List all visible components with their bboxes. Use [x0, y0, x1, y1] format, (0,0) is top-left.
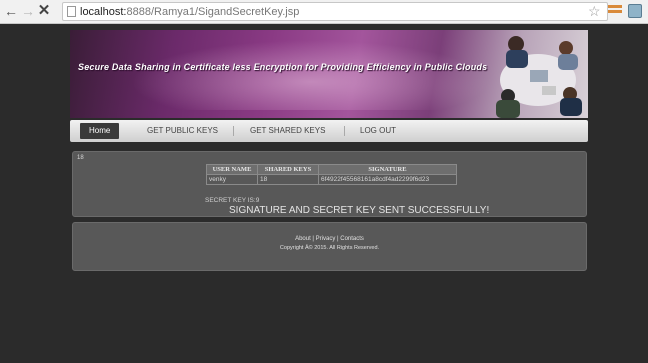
- team-meeting-image: [496, 36, 582, 118]
- table-row: venky 18 6f4922f45568161a8cdf4ad2299f6d2…: [206, 174, 457, 185]
- column-header-user-name: USER NAME: [206, 164, 258, 175]
- footer-links: About | Privacy | Contacts: [73, 236, 586, 242]
- extension-icon[interactable]: [628, 4, 642, 18]
- main-navigation: Home GET PUBLIC KEYS GET SHARED KEYS LOG…: [70, 120, 588, 142]
- stop-icon[interactable]: ✕: [36, 3, 52, 19]
- back-arrow-icon[interactable]: ←: [3, 3, 19, 19]
- banner-light-streak: [130, 40, 490, 110]
- url-text[interactable]: localhost:8888/Ramya1/SigandSecretKey.js…: [80, 5, 299, 19]
- nav-separator: [344, 126, 345, 136]
- copyright-text: Copyright Â© 2015. All Rights Reserved.: [279, 245, 380, 251]
- cell-shared-key: 18: [257, 174, 319, 185]
- footer: About | Privacy | Contacts Copyright Â© …: [72, 222, 587, 271]
- footer-link-about[interactable]: About: [295, 236, 311, 242]
- page-body: Secure Data Sharing in Certificate less …: [0, 24, 648, 363]
- site-title: Secure Data Sharing in Certificate less …: [78, 62, 488, 72]
- footer-separator: |: [337, 236, 339, 242]
- forward-arrow-icon[interactable]: →: [20, 3, 36, 19]
- nav-get-shared-keys[interactable]: GET SHARED KEYS: [250, 124, 325, 138]
- nav-separator: [233, 126, 234, 136]
- url-path: 8888/Ramya1/SigandSecretKey.jsp: [126, 6, 300, 18]
- header-banner: Secure Data Sharing in Certificate less …: [70, 30, 588, 118]
- extension-icon[interactable]: [608, 5, 622, 18]
- column-header-signature: SIGNATURE: [318, 164, 457, 175]
- cell-user-name: venky: [206, 174, 258, 185]
- bookmark-star-icon[interactable]: ☆: [588, 3, 601, 19]
- nav-home[interactable]: Home: [80, 123, 120, 139]
- browser-toolbar: ← → ✕ localhost:8888/Ramya1/SigandSecret…: [0, 0, 648, 24]
- secret-key-text: SECRET KEY IS:9: [205, 197, 260, 204]
- result-panel: 18 USER NAME SHARED KEYS SIGNATURE venky…: [72, 151, 587, 217]
- shared-keys-table: USER NAME SHARED KEYS SIGNATURE venky 18…: [206, 164, 457, 185]
- nav-log-out[interactable]: LOG OUT: [360, 124, 396, 138]
- page-icon: [67, 6, 76, 17]
- cell-signature: 6f4922f45568161a8cdf4ad2299f6d23: [318, 174, 457, 185]
- footer-link-privacy[interactable]: Privacy: [316, 236, 336, 242]
- success-message: SIGNATURE AND SECRET KEY SENT SUCCESSFUL…: [229, 205, 490, 216]
- footer-link-contacts[interactable]: Contacts: [340, 236, 364, 242]
- address-bar[interactable]: localhost:8888/Ramya1/SigandSecretKey.js…: [62, 2, 608, 21]
- url-host: localhost:: [80, 6, 127, 18]
- footer-separator: |: [312, 236, 314, 242]
- column-header-shared-keys: SHARED KEYS: [257, 164, 319, 175]
- nav-get-public-keys[interactable]: GET PUBLIC KEYS: [147, 124, 218, 138]
- table-header-row: USER NAME SHARED KEYS SIGNATURE: [206, 164, 457, 175]
- shared-key-number: 18: [77, 155, 84, 161]
